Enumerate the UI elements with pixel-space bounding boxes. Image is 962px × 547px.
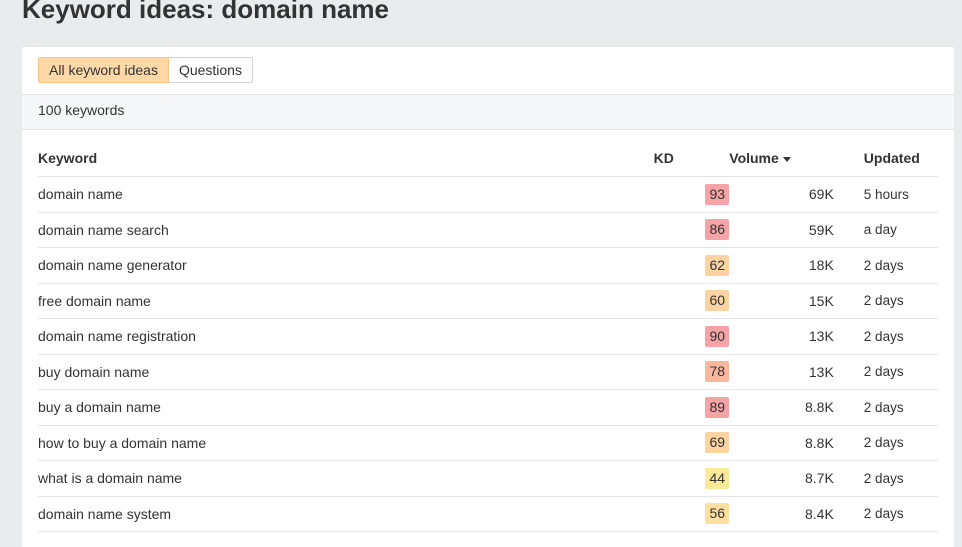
updated-cell: 2 days — [833, 460, 938, 497]
volume-cell: 15K — [729, 283, 834, 319]
table-row[interactable]: how to buy a domain name 69 8.8K 2 days — [38, 425, 938, 461]
keyword-link[interactable]: domain name system — [38, 506, 171, 522]
table-row[interactable]: domain name generator 62 18K 2 days — [38, 247, 938, 284]
volume-cell: 8.7K — [729, 460, 834, 497]
kd-badge: 56 — [705, 503, 730, 525]
table-row[interactable]: domain name search 86 59K a day — [38, 212, 938, 248]
keyword-tabs: All keyword ideas Questions — [38, 57, 253, 83]
updated-cell: 2 days — [833, 425, 938, 461]
keywords-table-body: domain name 93 69K 5 hours domain name searc… — [38, 176, 938, 532]
keyword-cell: how to buy a domain name — [38, 425, 654, 461]
kd-cell: 69 — [653, 425, 730, 461]
volume-cell: 8.8K — [729, 425, 834, 461]
keyword-cell: free domain name — [38, 283, 654, 319]
keyword-ideas-panel: All keyword ideas Questions 100 keywords… — [22, 46, 954, 547]
updated-cell: 2 days — [833, 318, 938, 355]
kd-badge: 62 — [705, 254, 730, 276]
keyword-link[interactable]: domain name generator — [38, 257, 187, 273]
kd-header-label: KD — [653, 150, 674, 166]
keyword-link[interactable]: domain name search — [38, 222, 169, 238]
table-row[interactable]: free domain name 60 15K 2 days — [38, 283, 938, 319]
volume-cell: 59K — [729, 212, 834, 248]
updated-cell: 2 days — [833, 247, 938, 284]
updated-cell: 2 days — [833, 283, 938, 319]
volume-cell: 13K — [729, 354, 834, 390]
keyword-link[interactable]: buy domain name — [38, 364, 149, 380]
volume-cell: 13K — [729, 318, 834, 355]
table-header-row: Keyword KD Volume Updated — [38, 140, 938, 177]
kd-badge: 93 — [705, 183, 730, 205]
table-row[interactable]: domain name 93 69K 5 hours — [38, 176, 938, 213]
column-header-volume[interactable]: Volume — [729, 140, 834, 177]
keyword-link[interactable]: what is a domain name — [38, 470, 182, 486]
table-row[interactable]: buy domain name 78 13K 2 days — [38, 354, 938, 390]
updated-cell: 2 days — [833, 354, 938, 390]
table-row[interactable]: domain name registration 90 13K 2 days — [38, 318, 938, 355]
keyword-link[interactable]: how to buy a domain name — [38, 435, 206, 451]
keyword-link[interactable]: buy a domain name — [38, 399, 161, 415]
updated-cell: a day — [833, 212, 938, 248]
volume-cell: 8.4K — [729, 496, 834, 532]
column-header-updated[interactable]: Updated — [833, 140, 938, 177]
tab-all-keyword-ideas[interactable]: All keyword ideas — [38, 57, 169, 83]
kd-cell: 86 — [653, 212, 730, 248]
keyword-cell: domain name system — [38, 496, 654, 532]
volume-header-label: Volume — [729, 150, 779, 166]
results-summary-bar: 100 keywords — [22, 94, 954, 130]
kd-cell: 60 — [653, 283, 730, 319]
page-title: Keyword ideas: domain name — [22, 0, 389, 24]
kd-badge: 60 — [705, 290, 730, 312]
kd-cell: 89 — [653, 389, 730, 426]
keyword-cell: domain name generator — [38, 247, 654, 284]
updated-cell: 2 days — [833, 389, 938, 426]
kd-cell: 56 — [653, 496, 730, 532]
tab-questions[interactable]: Questions — [168, 57, 253, 83]
kd-badge: 90 — [705, 325, 730, 347]
updated-cell: 2 days — [833, 496, 938, 532]
keyword-cell: buy a domain name — [38, 389, 654, 426]
updated-cell: 5 hours — [833, 176, 938, 213]
keyword-cell: domain name registration — [38, 318, 654, 355]
table-row[interactable]: what is a domain name 44 8.7K 2 days — [38, 460, 938, 497]
kd-cell: 90 — [653, 318, 730, 355]
keyword-cell: what is a domain name — [38, 460, 654, 497]
keyword-cell: domain name search — [38, 212, 654, 248]
volume-cell: 18K — [729, 247, 834, 284]
keywords-table: Keyword KD Volume Updated domain name 93 6… — [38, 140, 938, 532]
column-header-kd[interactable]: KD — [653, 140, 730, 177]
keyword-count: 100 keywords — [38, 102, 125, 118]
keyword-cell: domain name — [38, 176, 654, 213]
volume-cell: 69K — [729, 176, 834, 213]
kd-badge: 78 — [705, 361, 730, 383]
keyword-link[interactable]: free domain name — [38, 293, 151, 309]
kd-badge: 69 — [705, 432, 730, 454]
table-row[interactable]: buy a domain name 89 8.8K 2 days — [38, 389, 938, 426]
kd-badge: 44 — [705, 467, 730, 489]
keyword-link[interactable]: domain name registration — [38, 328, 196, 344]
volume-cell: 8.8K — [729, 389, 834, 426]
kd-cell: 93 — [653, 176, 730, 213]
kd-badge: 89 — [705, 396, 730, 418]
column-header-keyword[interactable]: Keyword — [38, 140, 654, 177]
kd-cell: 44 — [653, 460, 730, 497]
keyword-cell: buy domain name — [38, 354, 654, 390]
table-row[interactable]: domain name system 56 8.4K 2 days — [38, 496, 938, 532]
kd-cell: 78 — [653, 354, 730, 390]
keyword-link[interactable]: domain name — [38, 186, 123, 202]
kd-cell: 62 — [653, 247, 730, 284]
sort-desc-icon — [782, 156, 791, 162]
kd-badge: 86 — [705, 219, 730, 241]
